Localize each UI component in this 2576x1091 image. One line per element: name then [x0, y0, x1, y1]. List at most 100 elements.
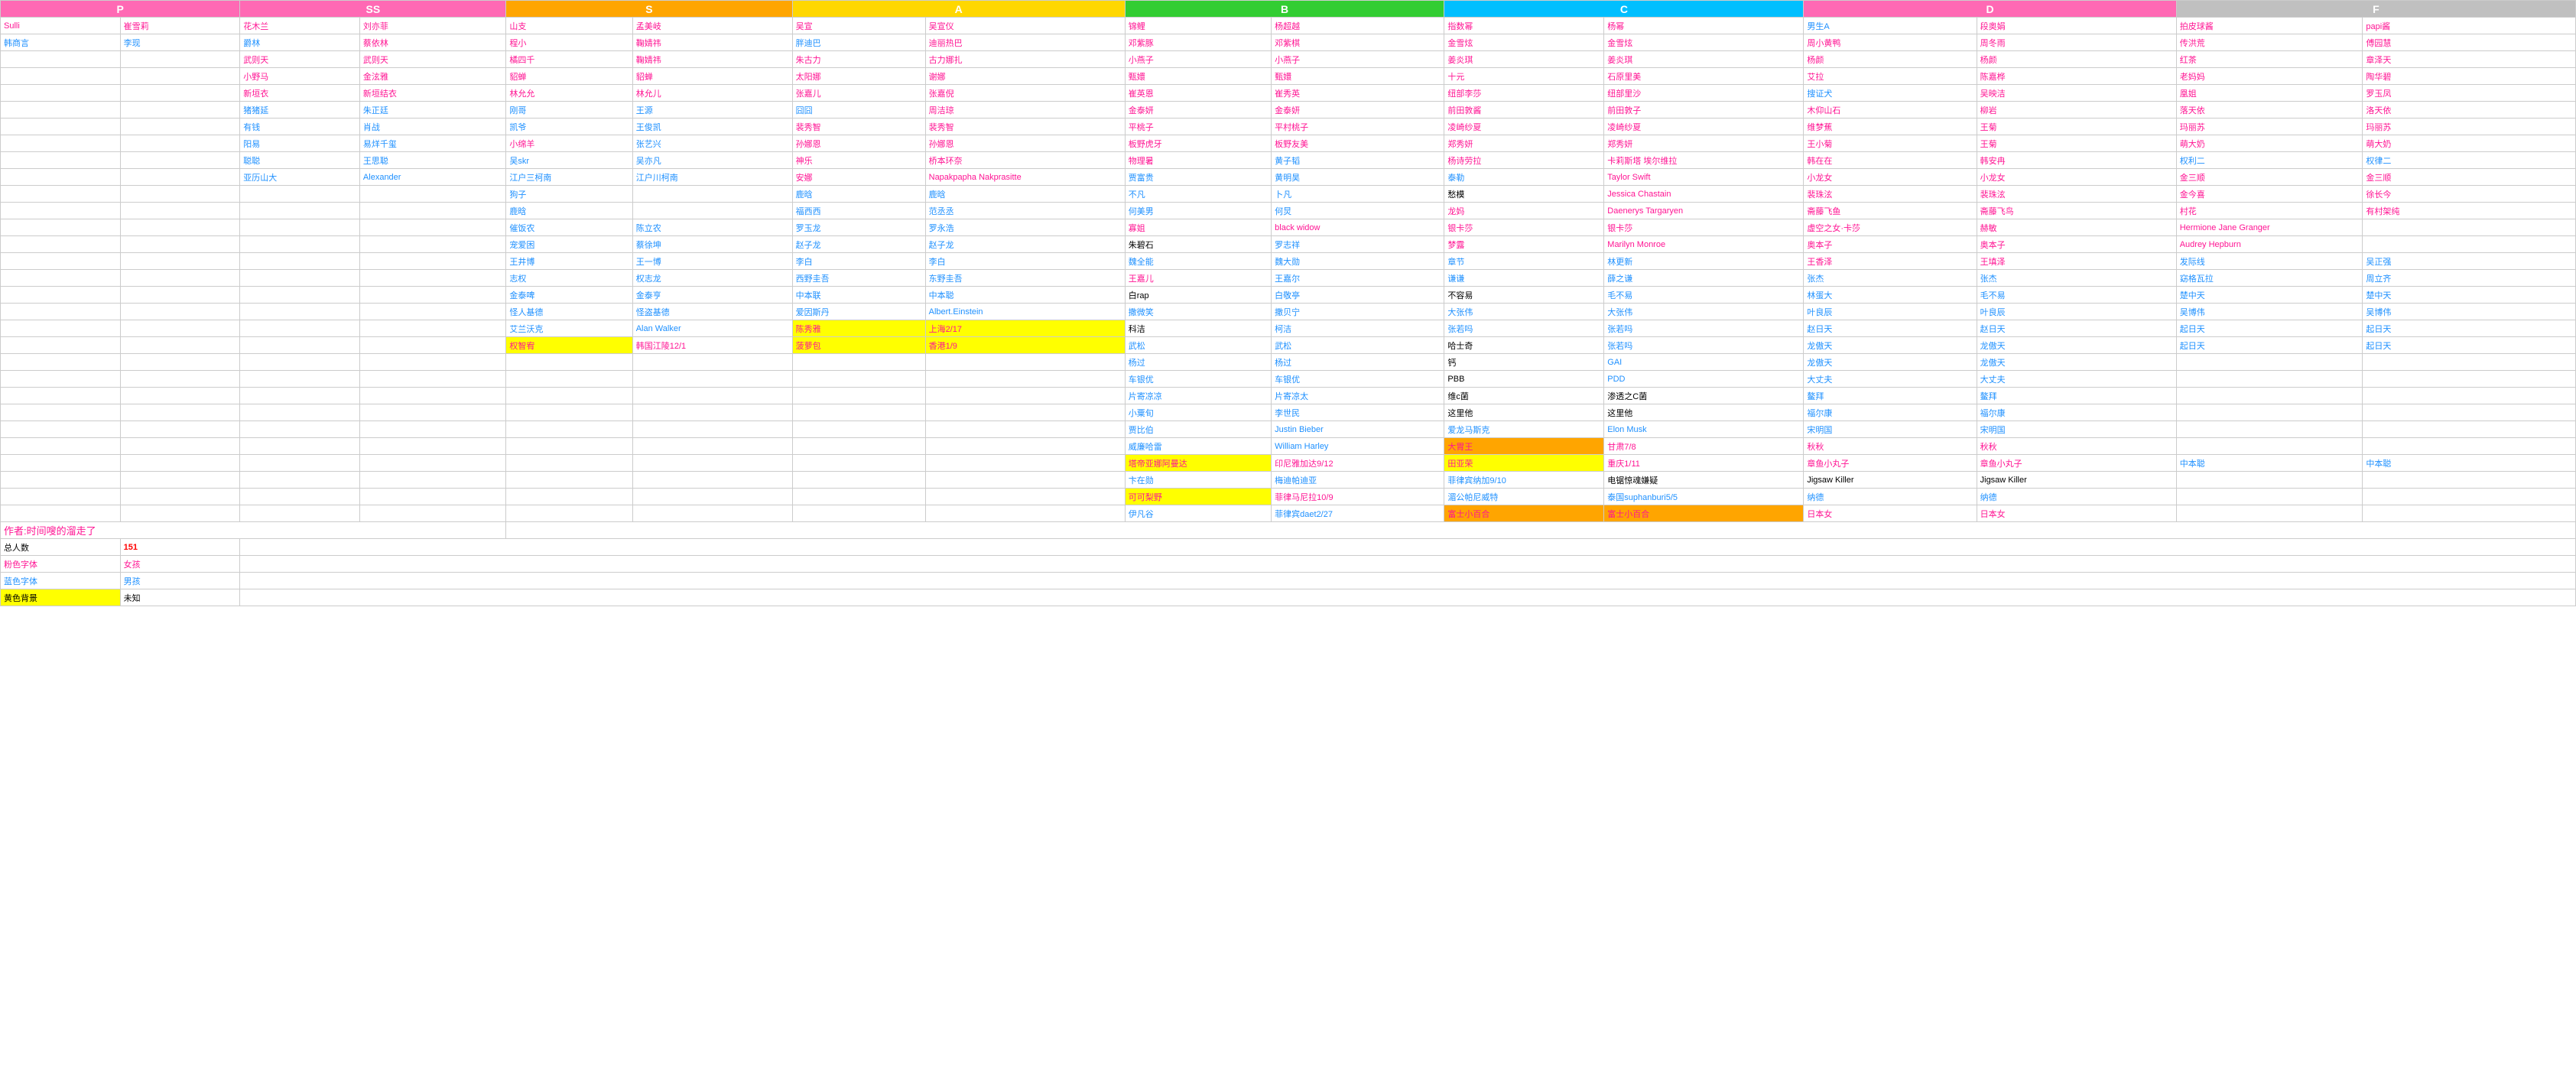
table-cell: [1, 421, 121, 438]
table-cell: 渗透之C菌: [1604, 388, 1804, 404]
table-cell: [792, 455, 925, 472]
table-cell: 江户川柯南: [632, 169, 792, 186]
table-cell: 崔秀英: [1272, 85, 1444, 102]
table-cell: 威廉哈雷: [1125, 438, 1271, 455]
table-cell: 武则天: [359, 51, 505, 68]
table-cell: [2176, 438, 2363, 455]
table-cell: 金泰啤: [506, 287, 632, 304]
table-cell: 不容易: [1444, 287, 1604, 304]
table-cell: 武则天: [240, 51, 360, 68]
table-cell: 章鱼小丸子: [1804, 455, 1977, 472]
table-cell: [240, 472, 360, 489]
table-cell: 传洪荒: [2176, 34, 2363, 51]
table-cell: 王小菊: [1804, 135, 1977, 152]
table-cell: papi酱: [2363, 18, 2576, 34]
table-cell: 重庆1/11: [1604, 455, 1804, 472]
table-cell: 蔡徐坤: [632, 236, 792, 253]
table-cell: [792, 505, 925, 522]
table-cell: [632, 404, 792, 421]
table-cell: 胖迪巴: [792, 34, 925, 51]
table-cell: [2176, 404, 2363, 421]
table-cell: 周冬雨: [1977, 34, 2176, 51]
table-cell: 泰国suphanburi5/5: [1604, 489, 1804, 505]
table-cell: Marilyn Monroe: [1604, 236, 1804, 253]
table-cell: 魏全能: [1125, 253, 1271, 270]
table-cell: [120, 421, 240, 438]
table-cell: [2363, 388, 2576, 404]
table-cell: [1, 404, 121, 421]
table-cell: [120, 371, 240, 388]
table-cell: 卞在勋: [1125, 472, 1271, 489]
table-cell: [240, 421, 360, 438]
table-cell: 甘肃7/8: [1604, 438, 1804, 455]
table-cell: 纽部里沙: [1604, 85, 1804, 102]
table-cell: [120, 455, 240, 472]
legend-pink-row: 粉色字体 女孩: [1, 556, 2576, 573]
table-cell: [240, 253, 360, 270]
table-cell: [1, 51, 121, 68]
author-cell: 作者:时间嗖的溜走了: [1, 522, 506, 539]
table-cell: 钙: [1444, 354, 1604, 371]
table-cell: [120, 337, 240, 354]
table-cell: [792, 371, 925, 388]
table-cell: [1, 186, 121, 203]
table-cell: 陶华碧: [2363, 68, 2576, 85]
legend-yellow-row: 黄色背景 未知: [1, 589, 2576, 606]
table-cell: 寡姐: [1125, 219, 1271, 236]
table-cell: [632, 505, 792, 522]
table-cell: 板野虎牙: [1125, 135, 1271, 152]
table-cell: 梅迪帕迪亚: [1272, 472, 1444, 489]
table-cell: [240, 320, 360, 337]
table-cell: [359, 438, 505, 455]
table-cell: 撒微笑: [1125, 304, 1271, 320]
table-cell: 卡莉斯塔 埃尔维拉: [1604, 152, 1804, 169]
table-cell: 鹿晗: [792, 186, 925, 203]
table-cell: 章泽天: [2363, 51, 2576, 68]
table-cell: 鞠婧祎: [632, 51, 792, 68]
table-cell: Elon Musk: [1604, 421, 1804, 438]
table-cell: [506, 472, 632, 489]
table-cell: [1, 102, 121, 119]
table-cell: 王俊凯: [632, 119, 792, 135]
table-cell: 菲律宾daet2/27: [1272, 505, 1444, 522]
table-cell: 凰姐: [2176, 85, 2363, 102]
table-cell: 宠爱困: [506, 236, 632, 253]
table-cell: [240, 236, 360, 253]
table-cell: [506, 388, 632, 404]
table-cell: [2176, 505, 2363, 522]
table-cell: [506, 489, 632, 505]
table-row: 催饭农陈立农罗玉龙罗永浩寡姐black widow银卡莎银卡莎虚空之女·卡莎赫敏…: [1, 219, 2576, 236]
table-cell: [359, 472, 505, 489]
table-cell: [2176, 489, 2363, 505]
table-cell: 孟美岐: [632, 18, 792, 34]
table-cell: 拍皮球酱: [2176, 18, 2363, 34]
table-cell: 楚中天: [2176, 287, 2363, 304]
table-cell: 武松: [1272, 337, 1444, 354]
table-cell: [2363, 489, 2576, 505]
table-row: 小野马金泫雅貂蝉貂蝉太阳娜谢娜甄嬛甄嬛十元石原里美艾拉陈嘉桦老妈妈陶华碧: [1, 68, 2576, 85]
table-cell: [2363, 354, 2576, 371]
table-cell: 起日天: [2176, 320, 2363, 337]
table-cell: [2176, 388, 2363, 404]
main-spreadsheet: P SS S A B C D F Sulli崔雪莉花木兰刘亦菲山支孟美岐吴宣吴宣…: [0, 0, 2576, 606]
col-s-header: S: [506, 1, 792, 18]
table-cell: 催饭农: [506, 219, 632, 236]
table-cell: [1, 388, 121, 404]
table-cell: 龙妈: [1444, 203, 1604, 219]
table-cell: 小绵羊: [506, 135, 632, 152]
table-cell: [2176, 421, 2363, 438]
table-cell: [925, 472, 1125, 489]
table-cell: Hermione Jane Granger: [2176, 219, 2363, 236]
table-cell: 大张伟: [1604, 304, 1804, 320]
table-cell: 杨诗劳拉: [1444, 152, 1604, 169]
table-cell: 邓紫棋: [1272, 34, 1444, 51]
table-cell: 吴正强: [2363, 253, 2576, 270]
table-cell: 杨颜: [1977, 51, 2176, 68]
table-cell: [359, 236, 505, 253]
table-cell: 志权: [506, 270, 632, 287]
table-cell: PBB: [1444, 371, 1604, 388]
col-p-header: P: [1, 1, 240, 18]
table-cell: 周洁琼: [925, 102, 1125, 119]
table-cell: 吴亦凡: [632, 152, 792, 169]
table-cell: [632, 489, 792, 505]
